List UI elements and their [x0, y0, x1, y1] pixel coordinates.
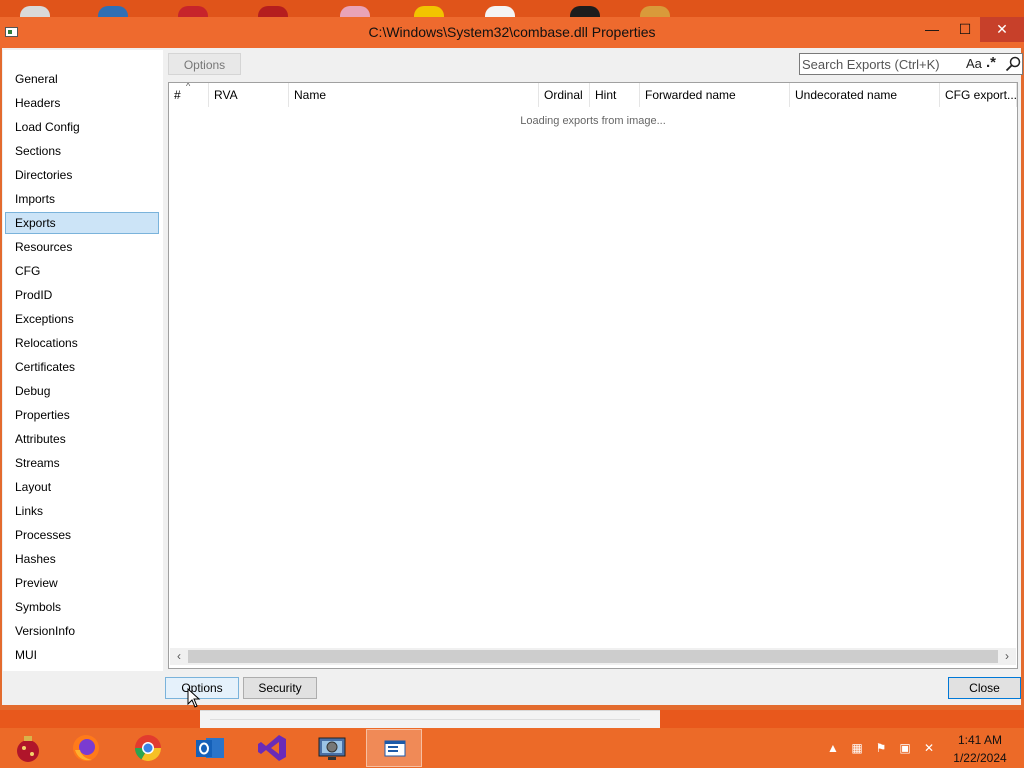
volume-muted-icon[interactable]: ✕	[922, 741, 936, 755]
visual-studio-icon[interactable]	[244, 729, 300, 767]
sidebar-item-properties[interactable]: Properties	[5, 404, 159, 426]
column-header[interactable]: CFG export...	[940, 83, 1017, 107]
sidebar-item-prodid[interactable]: ProdID	[5, 284, 159, 306]
scroll-left-arrow-icon[interactable]: ‹	[172, 648, 186, 665]
sidebar-item-links[interactable]: Links	[5, 500, 159, 522]
column-header-label: RVA	[214, 88, 238, 102]
close-button[interactable]: Close	[948, 677, 1021, 699]
sidebar-item-exports[interactable]: Exports	[5, 212, 159, 234]
column-header-label: Name	[294, 88, 327, 102]
search-box: Aa .*	[799, 53, 1023, 75]
sidebar-item-sections[interactable]: Sections	[5, 140, 159, 162]
clock-time[interactable]: 1:41 AM	[950, 733, 1010, 747]
loading-status-text: Loading exports from image...	[520, 115, 666, 127]
action-center-flag-icon[interactable]: ⚑	[874, 741, 888, 755]
sidebar-item-preview[interactable]: Preview	[5, 572, 159, 594]
sidebar-item-exceptions[interactable]: Exceptions	[5, 308, 159, 330]
sidebar-item-versioninfo[interactable]: VersionInfo	[5, 620, 159, 642]
minimize-button[interactable]: —	[918, 17, 946, 42]
column-header[interactable]: Name	[289, 83, 539, 107]
system-tool-icon[interactable]	[304, 729, 360, 767]
sidebar-item-mui[interactable]: MUI	[5, 644, 159, 666]
background-window-fragment	[200, 710, 660, 729]
sidebar-item-processes[interactable]: Processes	[5, 524, 159, 546]
search-icon[interactable]	[1005, 56, 1021, 72]
sidebar-item-symbols[interactable]: Symbols	[5, 596, 159, 618]
column-header-label: Ordinal	[544, 88, 583, 102]
sidebar-item-cfg[interactable]: CFG	[5, 260, 159, 282]
property-page-list: General Headers Load Config Sections Directo…	[3, 50, 163, 671]
mouse-cursor-icon	[187, 688, 201, 708]
window-title: C:\Windows\System32\combase.dll Properti…	[368, 24, 656, 40]
match-case-toggle[interactable]: Aa	[966, 56, 982, 71]
sidebar-item-general[interactable]: General	[5, 68, 159, 90]
show-hidden-icons-icon[interactable]: ▲	[826, 741, 840, 755]
properties-window: C:\Windows\System32\combase.dll Properti…	[0, 17, 1024, 710]
column-header[interactable]: # ^	[169, 83, 209, 107]
column-header-label: Undecorated name	[795, 88, 898, 102]
dialog-client-area: General Headers Load Config Sections Directo…	[2, 48, 1023, 705]
column-header[interactable]: Undecorated name	[790, 83, 940, 107]
sidebar-item-layout[interactable]: Layout	[5, 476, 159, 498]
taskbar: ▲ ▦ ⚑ ▣ ✕ 1:41 AM 1/22/2024	[0, 728, 1024, 768]
network-tray-icon[interactable]: ▦	[850, 741, 864, 755]
window-close-button[interactable]: ✕	[980, 17, 1024, 42]
column-header-label: Forwarded name	[645, 88, 736, 102]
chrome-icon[interactable]	[120, 729, 176, 767]
system-informer-icon[interactable]	[366, 729, 422, 767]
options-button[interactable]: Options	[165, 677, 239, 699]
column-header-label: CFG export...	[945, 88, 1017, 102]
sidebar-item-certificates[interactable]: Certificates	[5, 356, 159, 378]
sort-ascending-icon: ^	[186, 83, 191, 91]
column-header[interactable]: Forwarded name	[640, 83, 790, 107]
outlook-icon[interactable]	[182, 729, 238, 767]
sidebar-item-relocations[interactable]: Relocations	[5, 332, 159, 354]
firefox-icon[interactable]	[58, 729, 114, 767]
options-button-top[interactable]: Options	[168, 53, 241, 75]
sidebar-item-streams[interactable]: Streams	[5, 452, 159, 474]
search-input[interactable]	[802, 55, 958, 73]
start-ornament-icon[interactable]	[0, 729, 56, 767]
scroll-right-arrow-icon[interactable]: ›	[1000, 648, 1014, 665]
exports-list-view[interactable]: # ^ RVA Name Ordinal Hint Forwarded name Undeco…	[168, 82, 1018, 669]
sidebar-item-headers[interactable]: Headers	[5, 92, 159, 114]
maximize-button[interactable]: ☐	[950, 17, 980, 42]
horizontal-scrollbar[interactable]: ‹ ›	[170, 648, 1016, 665]
sidebar-item-resources[interactable]: Resources	[5, 236, 159, 258]
sidebar-item-load-config[interactable]: Load Config	[5, 116, 159, 138]
column-header-label: Hint	[595, 88, 617, 102]
column-header-label: #	[174, 88, 181, 102]
column-header[interactable]: Hint	[590, 83, 640, 107]
column-header[interactable]: RVA	[209, 83, 289, 107]
security-button[interactable]: Security	[243, 677, 317, 699]
sidebar-item-debug[interactable]: Debug	[5, 380, 159, 402]
sidebar-item-imports[interactable]: Imports	[5, 188, 159, 210]
sidebar-item-hashes[interactable]: Hashes	[5, 548, 159, 570]
title-bar[interactable]: C:\Windows\System32\combase.dll Properti…	[0, 17, 1024, 48]
regex-toggle[interactable]: .*	[986, 54, 996, 71]
device-tray-icon[interactable]: ▣	[898, 741, 912, 755]
scrollbar-thumb[interactable]	[188, 650, 998, 663]
clock-date[interactable]: 1/22/2024	[944, 751, 1016, 765]
sidebar-item-attributes[interactable]: Attributes	[5, 428, 159, 450]
sidebar-item-directories[interactable]: Directories	[5, 164, 159, 186]
column-header[interactable]: Ordinal	[539, 83, 590, 107]
